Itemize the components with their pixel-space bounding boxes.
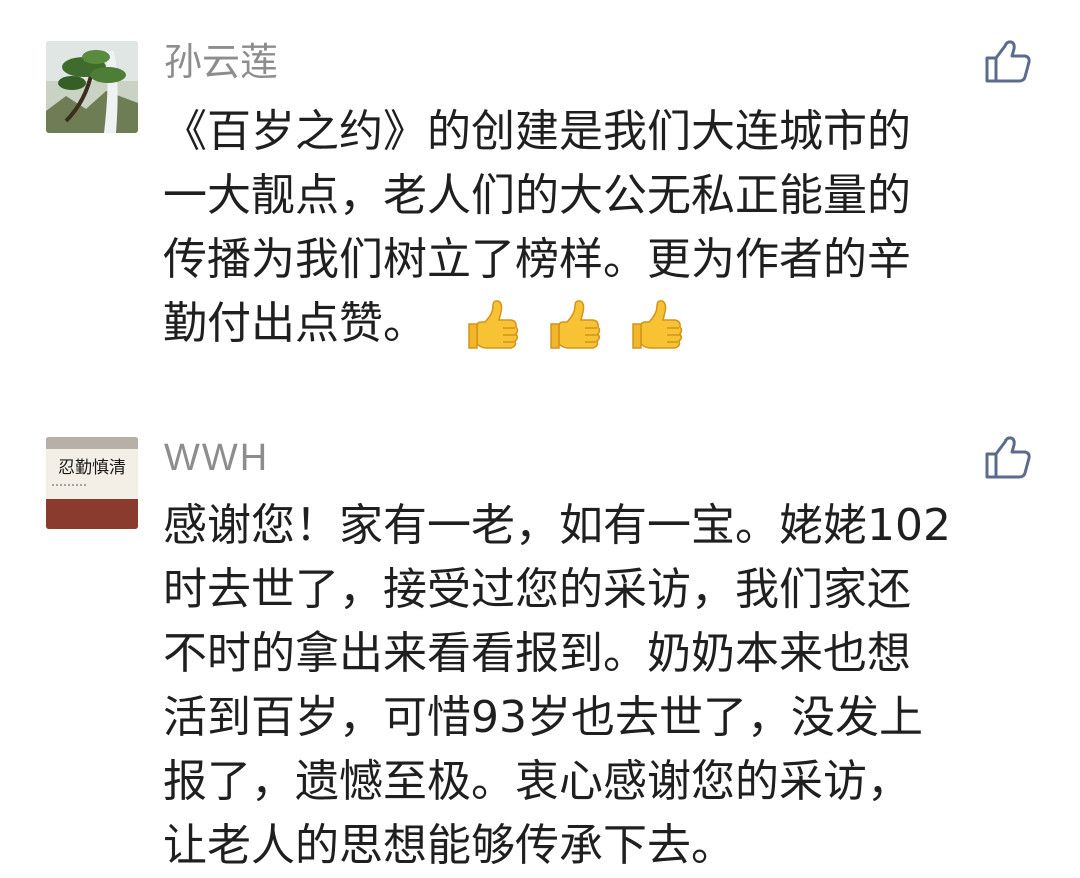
author-name[interactable]: 孙云莲	[164, 40, 278, 84]
comment-line-last: 勤付出点赞。	[163, 292, 1043, 358]
comment-text: 《百岁之约》的创建是我们大连城市的 一大靓点，老人们的大公无私正能量的 传播为我…	[163, 100, 1043, 358]
comment-line: 让老人的思想能够传承下去。	[163, 820, 735, 871]
comment-line: 时去世了，接受过您的采访，我们家还	[163, 564, 911, 615]
comment-line: 报了，遗憾至极。衷心感谢您的采访，	[163, 756, 911, 807]
like-button[interactable]	[984, 38, 1032, 84]
avatar-calligraphy-text: 忍勤慎清	[58, 458, 126, 478]
comment-line: 不时的拿出来看看报到。奶奶本来也想	[163, 628, 911, 679]
avatar[interactable]	[46, 41, 138, 133]
tree-landscape-avatar-icon	[46, 41, 138, 133]
comment-line: 一大靓点，老人们的大公无私正能量的	[163, 170, 911, 221]
thumbs-up-outline-icon	[985, 40, 1031, 83]
thumbs-up-emoji-icon	[632, 300, 683, 349]
comment-item: 忍勤慎清 WWH 感谢您！家有一老，如有一宝。姥姥102 时去世了，接受过您的采…	[0, 400, 1080, 878]
comment-line: 传播为我们树立了榜样。更为作者的辛	[163, 234, 911, 285]
thumbs-up-emoji-icon	[468, 300, 519, 349]
thumbs-up-emoji-icon	[550, 300, 601, 349]
author-name[interactable]: WWH	[164, 436, 269, 480]
comment-line-text: 勤付出点赞。	[163, 298, 427, 349]
calligraphy-plaque-avatar-icon: 忍勤慎清	[46, 437, 138, 529]
comment-line: 活到百岁，可惜93岁也去世了，没发上	[163, 692, 923, 743]
avatar[interactable]: 忍勤慎清	[46, 437, 138, 529]
emoji-row	[463, 294, 709, 358]
comment-text: 感谢您！家有一老，如有一宝。姥姥102 时去世了，接受过您的采访，我们家还 不时…	[163, 494, 1043, 878]
like-button[interactable]	[984, 434, 1032, 480]
thumbs-up-outline-icon	[985, 436, 1031, 479]
comment-line: 《百岁之约》的创建是我们大连城市的	[163, 106, 911, 157]
comment-line: 感谢您！家有一老，如有一宝。姥姥102	[163, 500, 951, 551]
comment-item: 孙云莲 《百岁之约》的创建是我们大连城市的 一大靓点，老人们的大公无私正能量的 …	[0, 0, 1080, 400]
